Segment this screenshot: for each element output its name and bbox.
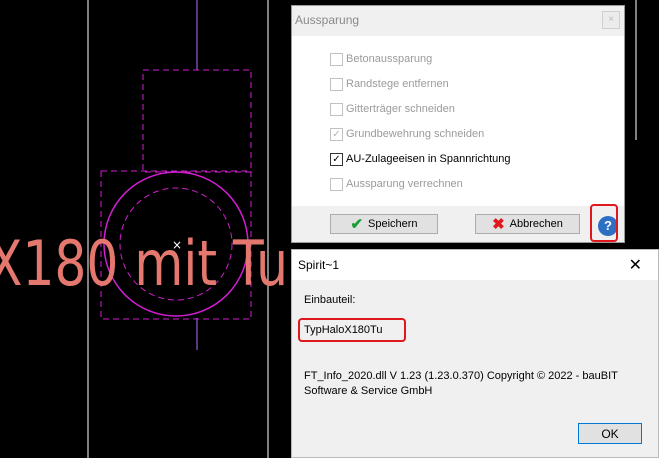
checkbox-checked[interactable]: ✓: [330, 128, 343, 141]
close-icon[interactable]: ✕: [629, 255, 642, 275]
option-label: Gitterträger schneiden: [346, 103, 455, 115]
checkbox-checked[interactable]: ✓: [330, 153, 343, 166]
spirit-dialog: Spirit~1 ✕ Einbauteil: TypHaloX180Tu FT_…: [291, 249, 659, 458]
checkbox[interactable]: [330, 78, 343, 91]
dialog-title: Spirit~1: [298, 258, 340, 272]
dialog-title: Aussparung: [295, 13, 360, 27]
checkbox[interactable]: [330, 103, 343, 116]
einbauteil-highlight-box: [298, 318, 406, 342]
option-label: Randstege entfernen: [346, 78, 449, 90]
info-line-1: FT_Info_2020.dll V 1.23 (1.23.0.370) Cop…: [304, 370, 618, 382]
cancel-button[interactable]: ✖ Abbrechen: [475, 214, 580, 234]
titlebar: Spirit~1 ✕: [292, 250, 658, 280]
close-button[interactable]: ×: [602, 11, 620, 29]
option-label: Aussparung verrechnen: [346, 178, 463, 190]
cross-icon: ✖: [492, 216, 505, 233]
einbauteil-label: Einbauteil:: [304, 294, 356, 306]
checkbox[interactable]: [330, 53, 343, 66]
info-line-2: Software & Service GmbH: [304, 385, 433, 397]
help-highlight-box: [590, 204, 618, 242]
cad-label-text: X180 mit Tu: [0, 227, 288, 300]
checkmark-icon: ✔: [350, 216, 364, 233]
options-panel: Betonaussparung Randstege entfernen Gitt…: [292, 36, 624, 206]
aussparung-dialog: Aussparung × Betonaussparung Randstege e…: [291, 5, 625, 243]
save-button-label: Speichern: [368, 218, 418, 230]
option-label: Grundbewehrung schneiden: [346, 128, 485, 140]
cad-dashed-rect-top: [142, 69, 252, 173]
cancel-button-label: Abbrechen: [509, 218, 563, 230]
save-button[interactable]: ✔ Speichern: [330, 214, 438, 234]
ok-button[interactable]: OK: [578, 423, 642, 444]
option-label: Betonaussparung: [346, 53, 433, 65]
option-label: AU-Zulageeisen in Spannrichtung: [346, 153, 511, 165]
checkbox[interactable]: [330, 178, 343, 191]
